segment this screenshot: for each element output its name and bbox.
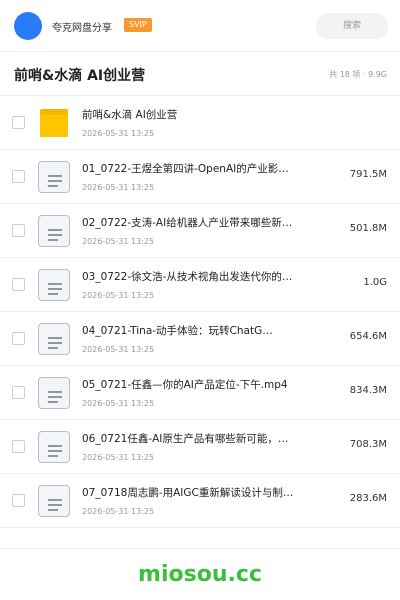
- list-item[interactable]: 07_0718周志鹏-用AIGC重新解读设计与制造… 2026-05-31 13…: [0, 474, 400, 528]
- item-date: 2026-05-31 13:25: [82, 129, 155, 138]
- item-size: 834.3M: [349, 385, 387, 396]
- list-item[interactable]: 03_0722-徐文浩-从技术视角出发迭代你的产品… 2026-05-31 13…: [0, 258, 400, 312]
- select-checkbox[interactable]: [12, 440, 25, 453]
- folder-summary: 共 18 项 · 9.9G: [329, 70, 387, 79]
- list-item[interactable]: 06_0721任鑫-AI原生产品有哪些新可能，如何… 2026-05-31 13…: [0, 420, 400, 474]
- search-button[interactable]: 搜索: [316, 13, 388, 39]
- select-checkbox[interactable]: [12, 494, 25, 507]
- item-date: 2026-05-31 13:25: [82, 453, 155, 462]
- item-size: 791.5M: [349, 169, 387, 180]
- item-size: 501.8M: [349, 223, 387, 234]
- item-date: 2026-05-31 13:25: [82, 507, 155, 516]
- video-file-icon: [38, 431, 70, 463]
- video-file-icon: [38, 377, 70, 409]
- item-date: 2026-05-31 13:25: [82, 183, 155, 192]
- item-name: 前哨&水滴 AI创业营: [82, 109, 178, 121]
- video-file-icon: [38, 323, 70, 355]
- list-item[interactable]: 01_0722-王煜全第四讲-OpenAI的产业影… 2026-05-31 13…: [0, 150, 400, 204]
- item-size: 708.3M: [349, 439, 387, 450]
- item-name: 04_0721-Tina-动手体验：玩转ChatG…: [82, 325, 273, 337]
- select-checkbox[interactable]: [12, 170, 25, 183]
- select-checkbox[interactable]: [12, 386, 25, 399]
- select-checkbox[interactable]: [12, 116, 25, 129]
- avatar[interactable]: [14, 12, 42, 40]
- video-file-icon: [38, 269, 70, 301]
- item-date: 2026-05-31 13:25: [82, 399, 155, 408]
- top-header: 夸克网盘分享 SVIP 搜索: [0, 0, 400, 52]
- list-item[interactable]: 前哨&水滴 AI创业营 2026-05-31 13:25: [0, 96, 400, 150]
- list-item[interactable]: 02_0722-支涛-AI给机器人产业带来哪些新机… 2026-05-31 13…: [0, 204, 400, 258]
- item-size: 1.0G: [363, 277, 387, 288]
- select-checkbox[interactable]: [12, 224, 25, 237]
- item-name: 01_0722-王煜全第四讲-OpenAI的产业影…: [82, 163, 289, 175]
- site-watermark: miosou.cc: [138, 562, 262, 587]
- select-checkbox[interactable]: [12, 332, 25, 345]
- item-name: 05_0721-任鑫—你的AI产品定位-下午.mp4: [82, 379, 288, 391]
- item-name: 07_0718周志鹏-用AIGC重新解读设计与制造…: [82, 487, 294, 499]
- item-name: 06_0721任鑫-AI原生产品有哪些新可能，如何…: [82, 433, 294, 445]
- item-name: 02_0722-支涛-AI给机器人产业带来哪些新机…: [82, 217, 294, 229]
- item-date: 2026-05-31 13:25: [82, 291, 155, 300]
- svip-badge: SVIP: [124, 18, 152, 32]
- page-title: 前哨&水滴 AI创业营: [14, 68, 146, 84]
- item-name: 03_0722-徐文浩-从技术视角出发迭代你的产品…: [82, 271, 294, 283]
- video-file-icon: [38, 485, 70, 517]
- video-file-icon: [38, 161, 70, 193]
- folder-icon: [38, 107, 70, 139]
- item-date: 2026-05-31 13:25: [82, 345, 155, 354]
- item-size: 283.6M: [349, 493, 387, 504]
- video-file-icon: [38, 215, 70, 247]
- select-checkbox[interactable]: [12, 278, 25, 291]
- list-item[interactable]: 05_0721-任鑫—你的AI产品定位-下午.mp4 2026-05-31 13…: [0, 366, 400, 420]
- divider: [0, 548, 400, 549]
- list-item[interactable]: 04_0721-Tina-动手体验：玩转ChatG… 2026-05-31 13…: [0, 312, 400, 366]
- folder-title-bar: 前哨&水滴 AI创业营 共 18 项 · 9.9G: [0, 52, 400, 96]
- share-owner-name: 夸克网盘分享: [52, 23, 112, 34]
- file-list: 前哨&水滴 AI创业营 2026-05-31 13:25 01_0722-王煜全…: [0, 96, 400, 528]
- item-size: 654.6M: [349, 331, 387, 342]
- item-date: 2026-05-31 13:25: [82, 237, 155, 246]
